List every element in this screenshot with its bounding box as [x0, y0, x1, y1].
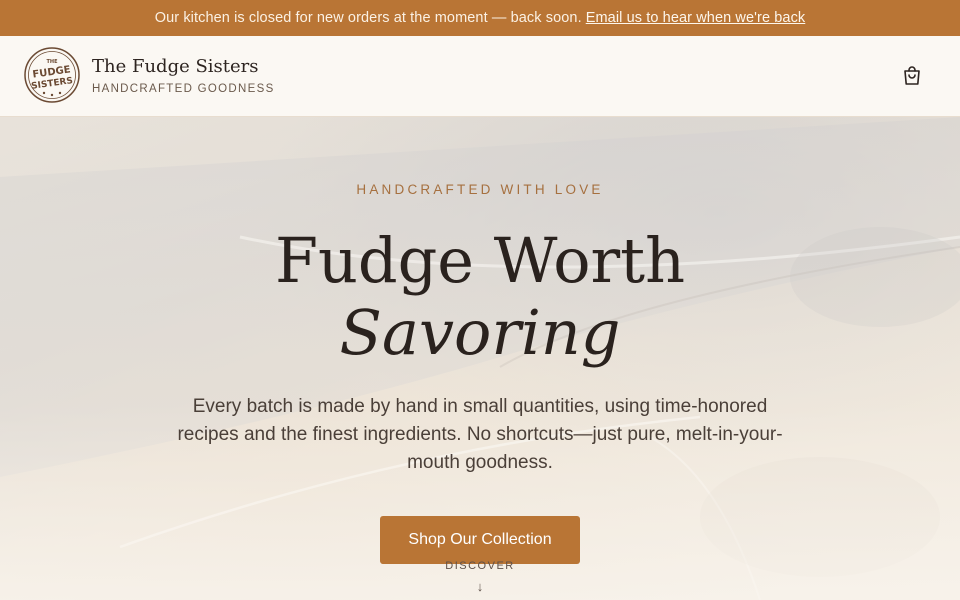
cart-button[interactable] — [896, 60, 928, 92]
discover-label[interactable]: DISCOVER — [0, 560, 960, 572]
arrow-down-icon[interactable]: ↓ — [0, 579, 960, 594]
brand-tagline: HANDCRAFTED GOODNESS — [92, 83, 275, 95]
brand-logo[interactable]: THE FUDGE SISTERS — [24, 47, 80, 103]
hero-title-line2: Savoring — [339, 296, 621, 369]
svg-text:THE: THE — [46, 59, 58, 65]
announcement-message: Our kitchen is closed for new orders at … — [154, 10, 582, 26]
hero-eyebrow: HANDCRAFTED WITH LOVE — [356, 182, 604, 197]
brand-name[interactable]: The Fudge Sisters — [92, 56, 259, 77]
shop-collection-button[interactable]: Shop Our Collection — [380, 516, 580, 564]
hero-title-line1: Fudge Worth — [274, 224, 686, 297]
hero-subtitle: Every batch is made by hand in small qua… — [177, 396, 783, 473]
hero-section: HANDCRAFTED WITH LOVE Fudge Worth Savori… — [0, 117, 960, 600]
email-notify-link[interactable]: Email us to hear when we're back — [586, 10, 806, 26]
shopping-bag-icon — [904, 66, 920, 85]
site-header: THE FUDGE SISTERS The Fudge Sisters HAND… — [0, 36, 960, 117]
announcement-bar: Our kitchen is closed for new orders at … — [0, 0, 960, 36]
